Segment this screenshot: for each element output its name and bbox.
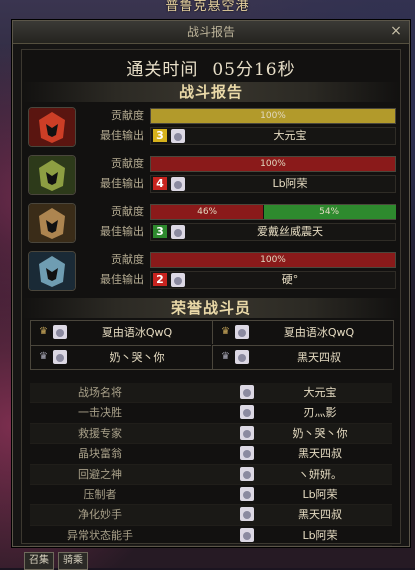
avatar bbox=[53, 350, 67, 364]
honor-cell: ♛ 夏由语冰QwQ bbox=[212, 321, 393, 344]
player-name: 爱戴丝威震天 bbox=[257, 225, 323, 238]
clear-time-label: 通关时间 bbox=[126, 60, 199, 80]
best-output-row: 2 硬° bbox=[150, 271, 396, 289]
avatar bbox=[171, 177, 185, 191]
gold-crown-icon: ♛ bbox=[221, 326, 230, 337]
contribution-bar: 100% bbox=[150, 108, 396, 124]
awards-list: 战场名将 大元宝 一击决胜 刃灬影 救援专家 奶丶哭丶你 晶块富翁 黑天四叔 回避之神ヽ… bbox=[30, 383, 392, 547]
avatar bbox=[53, 325, 67, 339]
player-row: 贡献度 46% 54% 最佳输出 3 爱戴丝威震天 bbox=[26, 202, 396, 243]
award-row: 净化妙手 黑天四叔 bbox=[30, 505, 392, 526]
award-title: 异常状态能手 bbox=[67, 528, 133, 542]
contribution-label: 贡献度 bbox=[111, 205, 144, 218]
battle-report-window: 战斗报告 × 通关时间 05分16秒 战斗报告 贡献度 100% 最佳输出 3 大元宝 贡献… bbox=[12, 20, 410, 547]
clear-time-value: 05分16秒 bbox=[212, 60, 296, 80]
best-output-row: 3 大元宝 bbox=[150, 127, 396, 145]
award-row: 战场名将 大元宝 bbox=[30, 383, 392, 404]
avatar bbox=[171, 273, 185, 287]
best-output-label: 最佳输出 bbox=[100, 129, 144, 142]
avatar bbox=[171, 129, 185, 143]
report-panel: 通关时间 05分16秒 战斗报告 贡献度 100% 最佳输出 3 大元宝 贡献度 100% 最佳… bbox=[21, 49, 401, 547]
player-name: Lb阿荣 bbox=[272, 177, 308, 190]
contribution-bar: 100% bbox=[150, 156, 396, 172]
honor-cell: ♛ 夏由语冰QwQ bbox=[31, 321, 211, 344]
player-row: 贡献度 100% 最佳输出 2 硬° bbox=[26, 250, 396, 291]
player-row: 贡献度 100% 最佳输出 3 大元宝 bbox=[26, 106, 396, 147]
silver-crown-icon: ♛ bbox=[221, 351, 230, 362]
best-output-label: 最佳输出 bbox=[100, 273, 144, 286]
award-winner: 奶丶哭丶你 bbox=[292, 426, 348, 440]
best-output-label: 最佳输出 bbox=[100, 225, 144, 238]
gold-crown-icon: ♛ bbox=[39, 326, 48, 337]
award-title: 压制者 bbox=[83, 487, 117, 501]
avatar bbox=[235, 325, 249, 339]
award-row: 救援专家 奶丶哭丶你 bbox=[30, 423, 392, 445]
honor-name: 夏由语冰QwQ bbox=[283, 326, 355, 339]
honor-grid: ♛ 夏由语冰QwQ ♛ 夏由语冰QwQ ♛ 奶丶哭丶你 ♛ 黑天四叔 bbox=[30, 320, 394, 370]
mount-button[interactable]: 骑乘 bbox=[58, 552, 88, 570]
award-winner: 黑天四叔 bbox=[298, 447, 342, 461]
award-winner: 刃灬影 bbox=[303, 406, 337, 420]
honor-cell: ♛ 黑天四叔 bbox=[212, 345, 393, 369]
award-title: 回避之神 bbox=[78, 467, 122, 481]
avatar bbox=[171, 225, 185, 239]
bottom-action-bar: 召集 骑乘 bbox=[24, 548, 92, 570]
award-winner: 大元宝 bbox=[303, 386, 337, 399]
close-icon[interactable]: × bbox=[387, 22, 405, 40]
contribution-bar: 46% 54% bbox=[150, 204, 396, 220]
award-winner: 黑天四叔 bbox=[298, 508, 342, 522]
red-helmet-icon bbox=[28, 107, 76, 147]
contribution-percent: 100% bbox=[260, 159, 286, 169]
silver-crown-icon: ♛ bbox=[39, 351, 48, 362]
section-battle-report: 战斗报告 bbox=[22, 82, 400, 102]
summon-button[interactable]: 召集 bbox=[24, 552, 54, 570]
honor-name: 黑天四叔 bbox=[297, 351, 341, 364]
best-output-row: 4 Lb阿荣 bbox=[150, 175, 396, 193]
player-name: 大元宝 bbox=[273, 129, 307, 142]
award-title: 一击决胜 bbox=[78, 406, 122, 420]
clear-time: 通关时间 05分16秒 bbox=[22, 55, 400, 80]
award-winner: Lb阿荣 bbox=[302, 487, 338, 501]
award-title: 净化妙手 bbox=[78, 508, 122, 522]
contribution-percent: 100% bbox=[260, 255, 286, 265]
contribution-percent: 46% bbox=[197, 207, 218, 217]
honor-name: 奶丶哭丶你 bbox=[109, 351, 165, 364]
green-helmet-icon bbox=[28, 155, 76, 195]
award-title: 战场名将 bbox=[78, 386, 122, 399]
honor-cell: ♛ 奶丶哭丶你 bbox=[31, 345, 211, 369]
player-row: 贡献度 100% 最佳输出 4 Lb阿荣 bbox=[26, 154, 396, 195]
award-row: 晶块富翁 黑天四叔 bbox=[30, 444, 392, 465]
rank-badge: 2 bbox=[153, 273, 167, 286]
contribution-bar: 100% bbox=[150, 252, 396, 268]
contribution-percent: 100% bbox=[260, 111, 286, 121]
contribution-label: 贡献度 bbox=[111, 109, 144, 122]
window-title: 战斗报告 bbox=[186, 25, 235, 39]
honor-name: 夏由语冰QwQ bbox=[101, 326, 173, 339]
award-row: 异常状态能手 Lb阿荣 bbox=[30, 526, 392, 547]
contribution-label: 贡献度 bbox=[111, 253, 144, 266]
best-output-row: 3 爱戴丝威震天 bbox=[150, 223, 396, 241]
award-row: 压制者 Lb阿荣 bbox=[30, 485, 392, 506]
award-title: 救援专家 bbox=[78, 426, 122, 440]
award-row: 回避之神 ヽ妍妍。 bbox=[30, 464, 392, 485]
map-name-banner: 普鲁克悬空港 bbox=[165, 0, 250, 14]
avatar bbox=[235, 350, 249, 364]
rank-badge: 3 bbox=[153, 129, 167, 142]
award-row: 一击决胜 刃灬影 bbox=[30, 403, 392, 424]
player-name: 硬° bbox=[281, 273, 299, 286]
award-winner: ヽ妍妍。 bbox=[298, 467, 342, 481]
award-winner: Lb阿荣 bbox=[302, 528, 338, 542]
best-output-label: 最佳输出 bbox=[100, 177, 144, 190]
window-titlebar[interactable]: 战斗报告 × bbox=[13, 21, 409, 44]
contribution-label: 贡献度 bbox=[111, 157, 144, 170]
award-title: 晶块富翁 bbox=[78, 447, 122, 461]
rank-badge: 3 bbox=[153, 225, 167, 238]
blue-helmet-icon bbox=[28, 251, 76, 291]
section-honor-fighters: 荣誉战斗员 bbox=[22, 298, 400, 318]
contribution-percent: 54% bbox=[319, 207, 340, 217]
bronze-helmet-icon bbox=[28, 203, 76, 243]
rank-badge: 4 bbox=[153, 177, 167, 190]
